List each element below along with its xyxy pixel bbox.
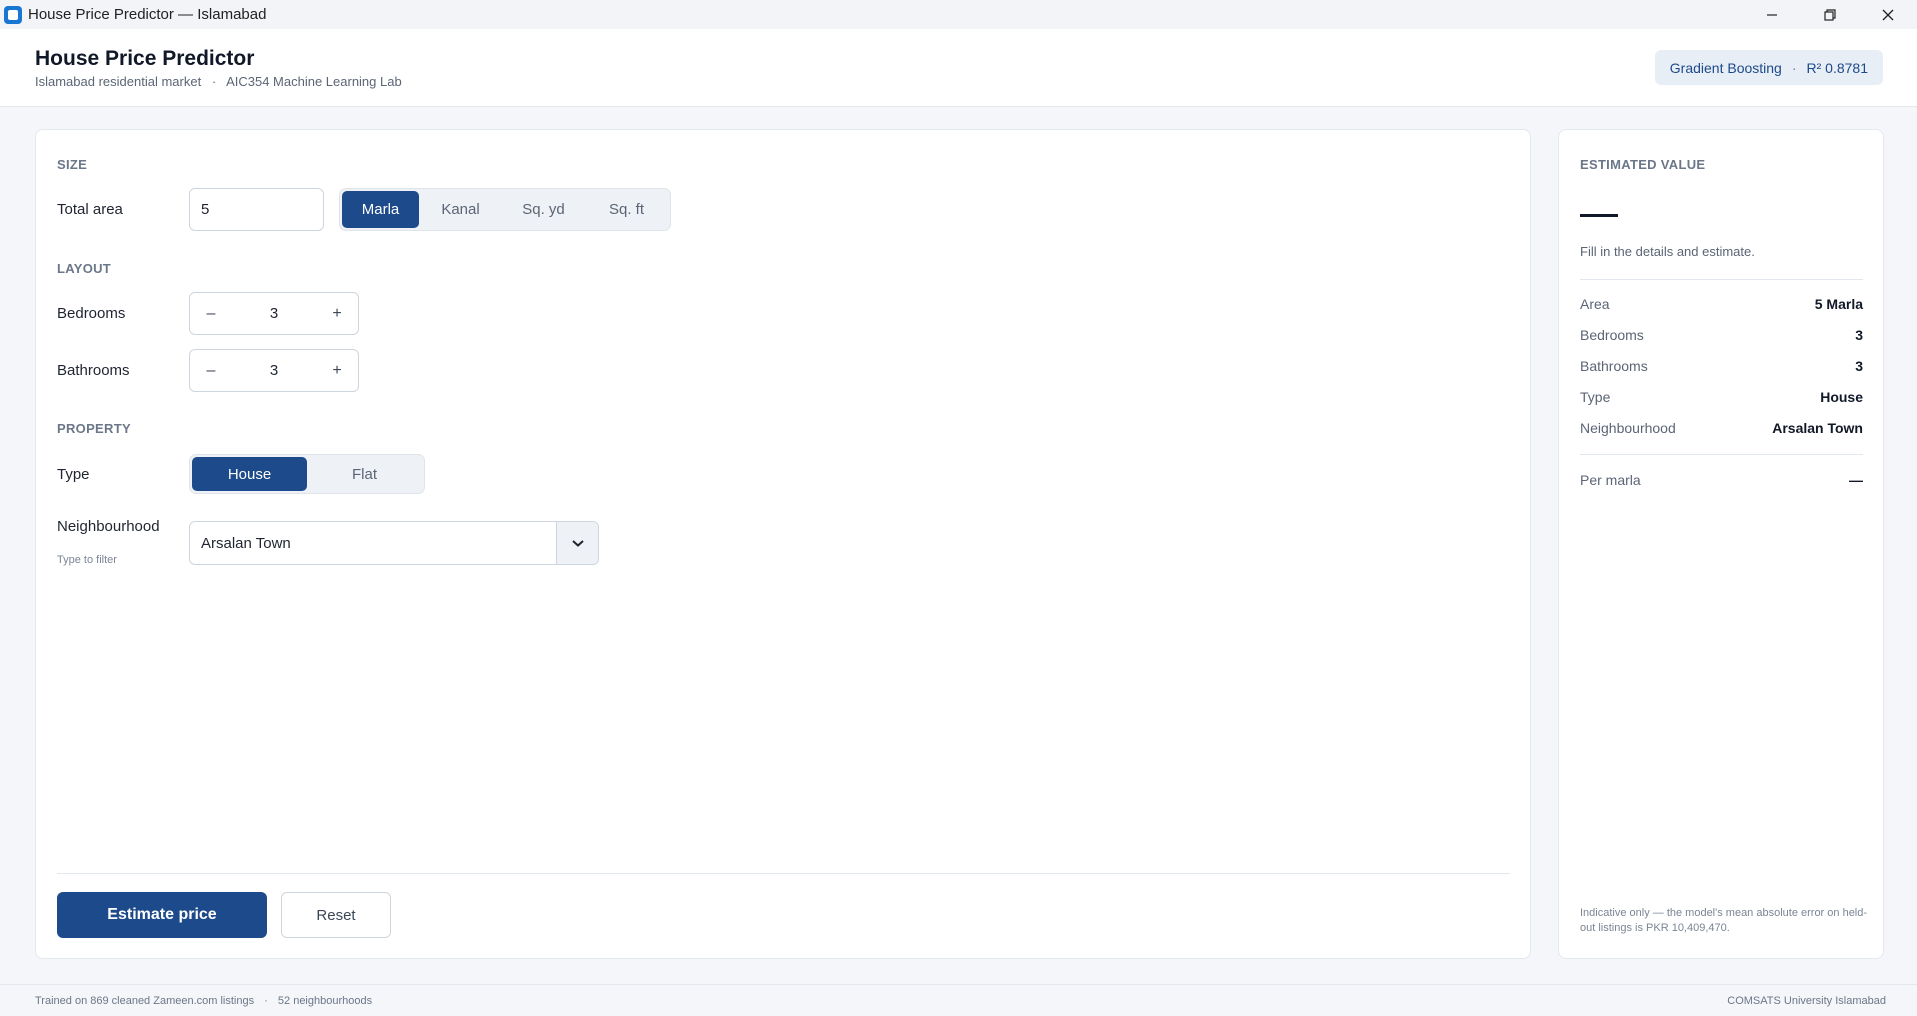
summary-row-area: Area 5 Marla [1580, 296, 1863, 312]
neighbourhood-count: 52 neighbourhoods [277, 995, 373, 1007]
summary-row-per-marla: Per marla — [1580, 472, 1863, 488]
restore-icon[interactable] [1801, 0, 1859, 29]
institution-label: COMSATS University Islamabad [1727, 995, 1886, 1007]
model-score: R² 0.8781 [1806, 59, 1868, 76]
accuracy-disclaimer: Indicative only — the model's mean absol… [1580, 907, 1868, 934]
estimated-value-title: ESTIMATED VALUE [1580, 157, 1706, 172]
summary-key: Neighbourhood [1580, 420, 1676, 436]
neighbourhood-combobox[interactable]: Arsalan Town [189, 521, 599, 565]
summary-row-bathrooms: Bathrooms 3 [1580, 358, 1863, 374]
app-icon [4, 5, 22, 24]
type-label: Type [57, 466, 90, 483]
area-unit-selector: Marla Kanal Sq. yd Sq. ft [339, 188, 671, 231]
layout-section-title: LAYOUT [57, 261, 112, 276]
window-titlebar: House Price Predictor — Islamabad [0, 0, 1917, 29]
chevron-down-icon[interactable] [556, 522, 598, 564]
bedrooms-decrement-button[interactable]: – [190, 293, 232, 334]
summary-value: 3 [1855, 358, 1863, 374]
subtitle-lab: AIC354 Machine Learning Lab [226, 74, 402, 89]
total-area-label: Total area [57, 201, 123, 218]
window-title: House Price Predictor — Islamabad [28, 6, 267, 23]
window-controls [1743, 0, 1917, 29]
page-title: House Price Predictor [35, 47, 255, 70]
neighbourhood-label: Neighbourhood [57, 518, 160, 535]
bathrooms-value[interactable]: 3 [232, 362, 316, 379]
bedrooms-stepper: – 3 + [189, 292, 359, 335]
bathrooms-stepper: – 3 + [189, 349, 359, 392]
estimate-result-card: ESTIMATED VALUE Fill in the details and … [1558, 129, 1884, 959]
summary-value: House [1820, 389, 1863, 405]
neighbourhood-input[interactable]: Arsalan Town [190, 535, 556, 552]
bathrooms-decrement-button[interactable]: – [190, 350, 232, 391]
unit-sq-yd-button[interactable]: Sq. yd [502, 191, 585, 228]
model-badge: Gradient Boosting · R² 0.8781 [1654, 50, 1883, 85]
unit-sq-ft-button[interactable]: Sq. ft [585, 191, 668, 228]
total-area-input[interactable] [189, 188, 324, 231]
unit-kanal-button[interactable]: Kanal [419, 191, 502, 228]
summary-row-neighbourhood: Neighbourhood Arsalan Town [1580, 420, 1863, 436]
reset-button[interactable]: Reset [281, 892, 391, 938]
bedrooms-increment-button[interactable]: + [316, 293, 358, 334]
result-divider-top [1580, 279, 1863, 280]
subtitle-market: Islamabad residential market [35, 74, 202, 89]
app-header: House Price Predictor Islamabad resident… [0, 29, 1917, 107]
estimate-price-button[interactable]: Estimate price [57, 892, 267, 938]
app-footer: Trained on 869 cleaned Zameen.com listin… [0, 984, 1917, 1016]
summary-key: Bedrooms [1580, 327, 1644, 343]
type-flat-button[interactable]: Flat [307, 457, 422, 491]
summary-value: Arsalan Town [1772, 420, 1863, 436]
input-form-card: SIZE Total area Marla Kanal Sq. yd Sq. f… [35, 129, 1531, 959]
size-section-title: SIZE [57, 157, 88, 172]
summary-value: 5 Marla [1814, 296, 1863, 312]
summary-key: Type [1580, 389, 1611, 405]
result-divider-bottom [1580, 454, 1863, 455]
summary-value: 3 [1855, 327, 1863, 343]
bedrooms-value[interactable]: 3 [232, 305, 316, 322]
summary-row-type: Type House [1580, 389, 1863, 405]
close-icon[interactable] [1859, 0, 1917, 29]
summary-row-bedrooms: Bedrooms 3 [1580, 327, 1863, 343]
model-name: Gradient Boosting [1669, 59, 1782, 76]
bedrooms-label: Bedrooms [57, 305, 126, 322]
property-type-selector: House Flat [189, 454, 425, 494]
summary-key: Area [1580, 296, 1610, 312]
unit-marla-button[interactable]: Marla [342, 191, 419, 228]
model-separator: · [1791, 59, 1797, 76]
training-info: Trained on 869 cleaned Zameen.com listin… [35, 995, 372, 1007]
bathrooms-increment-button[interactable]: + [316, 350, 358, 391]
subtitle-separator: · [211, 74, 217, 89]
training-listings: Trained on 869 cleaned Zameen.com listin… [35, 995, 255, 1007]
footer-separator: · [264, 995, 268, 1007]
per-marla-value: — [1849, 472, 1863, 488]
type-house-button[interactable]: House [192, 457, 307, 491]
estimated-value-placeholder [1580, 214, 1618, 217]
estimate-hint: Fill in the details and estimate. [1580, 244, 1755, 259]
neighbourhood-hint: Type to filter [57, 554, 117, 566]
summary-key: Bathrooms [1580, 358, 1648, 374]
page-subtitle: Islamabad residential market · AIC354 Ma… [35, 74, 402, 89]
minimize-icon[interactable] [1743, 0, 1801, 29]
property-section-title: PROPERTY [57, 421, 131, 436]
per-marla-label: Per marla [1580, 472, 1641, 488]
bathrooms-label: Bathrooms [57, 362, 130, 379]
form-divider [57, 873, 1510, 874]
